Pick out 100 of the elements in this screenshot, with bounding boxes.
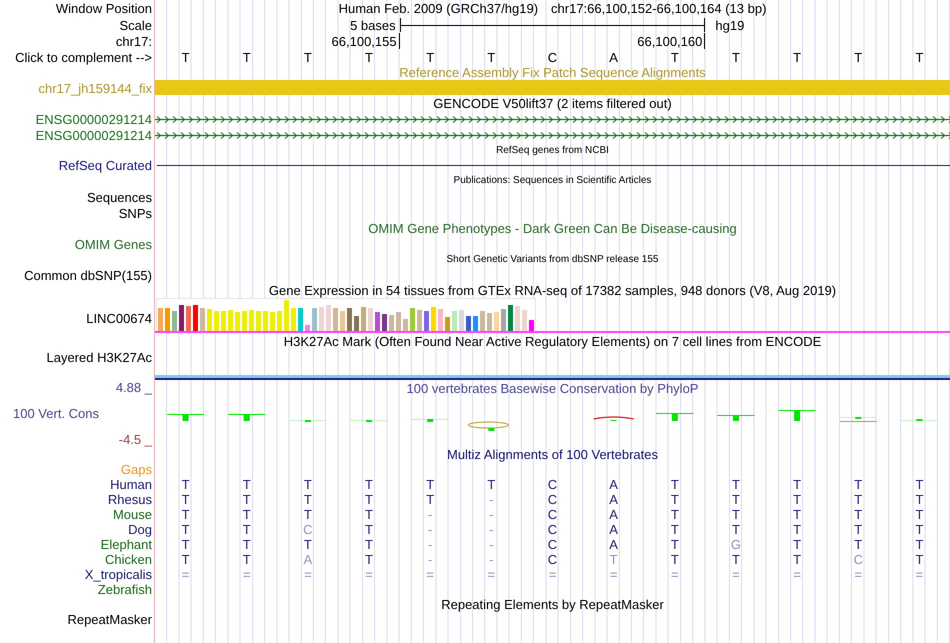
alignment-base: T xyxy=(854,492,862,507)
expression-bar xyxy=(221,311,226,331)
alignment-base: T xyxy=(670,477,679,492)
scale-length: 5 bases xyxy=(350,18,396,32)
expression-bar xyxy=(424,311,429,331)
gene-feature[interactable] xyxy=(155,132,950,138)
track-title[interactable]: OMIM Gene Phenotypes - Dark Green Can Be Disease-causing xyxy=(368,221,737,236)
expression-bar xyxy=(319,307,324,331)
alignment-base: - xyxy=(428,537,432,552)
alignment-base: T xyxy=(854,537,862,552)
alignment-base: - xyxy=(428,507,432,522)
alignment-base: = xyxy=(304,567,312,582)
expression-bar xyxy=(200,308,205,331)
alignment-base: T xyxy=(304,507,312,522)
expression-bar xyxy=(235,312,240,331)
expression-bar xyxy=(494,312,499,331)
alignment-base: C xyxy=(548,477,558,492)
gene-feature[interactable] xyxy=(155,116,950,122)
alignment-base: T xyxy=(182,552,190,567)
sequence-base: T xyxy=(487,50,496,64)
alignment-base: - xyxy=(489,492,494,507)
expression-bar xyxy=(179,305,184,331)
alignment-base: = xyxy=(671,567,679,582)
track-title[interactable]: Publications: Sequences in Scientific Articles xyxy=(454,175,652,187)
track-label[interactable]: RefSeq Curated xyxy=(58,158,152,173)
expression-bar xyxy=(277,311,282,331)
track-title[interactable]: Gene Expression in 54 tissues from GTEx RNA-seq of 17382 samples, 948 donors (V8, Aug 2019) xyxy=(268,283,836,298)
track-label[interactable]: ENSG00000291214 xyxy=(36,112,152,126)
track-title[interactable]: RefSeq genes from NCBI xyxy=(496,144,609,156)
alignment-base: A xyxy=(609,537,618,552)
conservation-bar xyxy=(656,413,694,421)
alignment-base: T xyxy=(365,552,373,567)
alignment-base: T xyxy=(915,477,924,492)
alignment-base: C xyxy=(548,537,558,552)
alignment-base: T xyxy=(915,522,924,537)
expression-bar xyxy=(396,312,401,331)
complement-link[interactable]: Click to complement --> xyxy=(15,50,152,64)
expression-bar xyxy=(466,316,471,331)
alignment-base: = xyxy=(732,567,740,582)
alignment-base: A xyxy=(609,507,618,522)
sequence-base: T xyxy=(915,50,924,64)
alignment-base: T xyxy=(854,522,862,537)
expression-bar xyxy=(529,320,534,331)
species-label[interactable]: Chicken xyxy=(105,552,152,567)
alignment-base: T xyxy=(915,492,924,507)
alignment-base: T xyxy=(242,492,251,507)
track-label[interactable]: Common dbSNP(155) xyxy=(24,268,152,282)
alignment-base: = xyxy=(365,567,373,582)
alignment-base: T xyxy=(732,492,740,507)
species-label[interactable]: Dog xyxy=(128,522,152,537)
species-label[interactable]: Mouse xyxy=(112,507,152,522)
alignment-base: A xyxy=(609,522,618,537)
alignment-base: - xyxy=(428,522,432,537)
track-label[interactable]: Sequences xyxy=(86,190,152,204)
alignment-base: C xyxy=(548,492,558,507)
alignment-base: = xyxy=(182,567,190,582)
alignment-base: T xyxy=(793,477,802,492)
track-label[interactable]: 100 Vert. Cons xyxy=(13,406,99,421)
track-label[interactable]: RepeatMasker xyxy=(67,612,152,627)
track-label[interactable]: OMIM Genes xyxy=(74,236,152,252)
expression-bar xyxy=(263,311,268,331)
expression-bar xyxy=(473,316,478,331)
expression-bar xyxy=(368,308,373,331)
track-title[interactable]: Repeating Elements by RepeatMasker xyxy=(441,597,664,612)
alignment-base: T xyxy=(793,537,802,552)
expression-bar xyxy=(361,307,366,331)
sequence-base: T xyxy=(242,50,251,64)
species-label[interactable]: Zebrafish xyxy=(98,582,152,597)
alignment-base: T xyxy=(426,492,434,507)
track-label[interactable]: SNPs xyxy=(118,206,152,220)
alignment-base: = xyxy=(916,567,924,582)
expression-bar xyxy=(508,305,513,331)
coordinate-label: 66,100,155 xyxy=(332,33,400,49)
expression-bar xyxy=(354,316,359,331)
species-label[interactable]: Rhesus xyxy=(108,492,152,507)
expression-bar xyxy=(452,311,457,331)
expression-bar xyxy=(431,307,436,331)
expression-bar xyxy=(256,311,261,331)
expression-bar xyxy=(417,310,422,331)
track-title[interactable]: GENCODE V50lift37 (2 items filtered out) xyxy=(433,96,672,111)
species-label[interactable]: Elephant xyxy=(100,537,152,552)
expression-bar xyxy=(172,311,177,331)
species-label[interactable]: Human xyxy=(110,477,152,492)
expression-bar xyxy=(347,308,352,331)
track-label[interactable]: Layered H3K27Ac xyxy=(46,350,152,365)
alignment-base: T xyxy=(182,477,190,492)
track-title[interactable]: Short Genetic Variants from dbSNP release 155 xyxy=(446,254,658,266)
alignment-base: = xyxy=(548,567,556,582)
track-label[interactable]: ENSG00000291214 xyxy=(36,128,152,142)
expression-bar xyxy=(340,311,345,331)
alignment-base: T xyxy=(182,507,190,522)
track-label[interactable]: LINC00674 xyxy=(86,311,152,326)
alignment-base: T xyxy=(670,507,679,522)
sequence-base: T xyxy=(670,50,679,64)
track-title[interactable]: H3K27Ac Mark (Often Found Near Active Regulatory Elements) on 7 cell lines from ENCODE xyxy=(284,334,822,349)
expression-bar xyxy=(158,308,163,331)
track-title[interactable]: Multiz Alignments of 100 Vertebrates xyxy=(446,447,658,462)
track-title[interactable]: 100 vertebrates Basewise Conservation by PhyloP xyxy=(406,380,698,396)
alignment-base: T xyxy=(793,522,802,537)
species-label[interactable]: X_tropicalis xyxy=(84,567,152,582)
